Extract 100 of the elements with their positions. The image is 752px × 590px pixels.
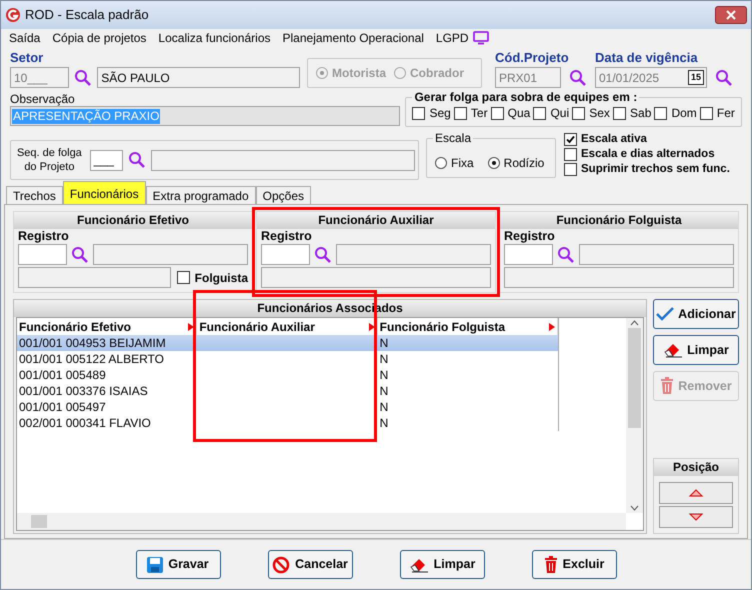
checkbox[interactable] bbox=[564, 148, 577, 160]
sort-arrow-icon bbox=[368, 322, 375, 330]
trash-icon bbox=[544, 556, 558, 574]
radio-button[interactable] bbox=[435, 157, 447, 169]
window-title: ROD - Escala padrão bbox=[25, 6, 149, 24]
footer-button[interactable]: Cancelar bbox=[268, 550, 352, 579]
setor-name-field[interactable]: SÃO PAULO bbox=[97, 67, 300, 88]
menu-item[interactable]: Cópia de projetos bbox=[52, 28, 146, 46]
radio-button[interactable] bbox=[316, 67, 328, 79]
table-cell-text: N bbox=[378, 383, 390, 399]
checkbox[interactable] bbox=[654, 106, 668, 120]
day-label: Sab bbox=[630, 105, 652, 122]
checkbox[interactable] bbox=[533, 106, 546, 120]
table-cell-text: 001/001 005497 bbox=[18, 399, 107, 415]
close-icon bbox=[726, 10, 736, 20]
checkbox[interactable] bbox=[564, 132, 577, 146]
radio-button[interactable] bbox=[394, 67, 406, 79]
side-button[interactable]: Limpar bbox=[653, 335, 739, 365]
scroll-up-icon[interactable] bbox=[630, 320, 639, 326]
footer-button[interactable]: Limpar bbox=[400, 550, 484, 579]
sequence-description-field[interactable] bbox=[151, 150, 415, 170]
tab[interactable]: Opções bbox=[256, 186, 312, 204]
move-down-button[interactable] bbox=[659, 506, 733, 528]
eraser-icon bbox=[663, 342, 684, 358]
footer-button[interactable]: Excluir bbox=[532, 550, 616, 579]
checkbox[interactable] bbox=[176, 271, 190, 284]
table-row[interactable]: 001/001 005122 ALBERTO N bbox=[17, 351, 558, 367]
search-icon[interactable] bbox=[71, 246, 89, 264]
calendar-button[interactable]: 15 bbox=[688, 70, 704, 85]
field-label: Registro bbox=[260, 229, 313, 244]
tab[interactable]: Extra programado bbox=[146, 186, 256, 204]
table-cell-text: 002/001 000341 FLAVIO bbox=[18, 415, 152, 431]
tab[interactable]: Trechos bbox=[6, 186, 63, 204]
menu-item[interactable]: Saída bbox=[9, 28, 40, 46]
search-icon[interactable] bbox=[715, 68, 733, 86]
employee-detail-field[interactable] bbox=[18, 267, 171, 288]
tab[interactable]: Funcionários bbox=[62, 181, 146, 205]
field-label: Seq. de folga do Projeto bbox=[16, 146, 83, 174]
employee-name-field[interactable] bbox=[93, 244, 248, 265]
search-icon[interactable] bbox=[128, 151, 146, 169]
menu-item[interactable]: Planejamento Operacional bbox=[282, 28, 424, 46]
side-button[interactable]: Adicionar bbox=[653, 299, 739, 329]
checkbox[interactable] bbox=[613, 106, 626, 120]
sort-arrow-icon bbox=[548, 322, 555, 330]
registration-field[interactable] bbox=[18, 244, 67, 265]
date-field[interactable]: 01/01/2025 15 bbox=[595, 67, 707, 88]
checkbox[interactable] bbox=[564, 162, 577, 176]
checkbox[interactable] bbox=[454, 106, 467, 120]
table-row[interactable]: 002/001 000341 FLAVIO N bbox=[17, 415, 558, 431]
checkbox-label: Suprimir trechos sem func. bbox=[581, 162, 730, 176]
monitor-icon[interactable] bbox=[472, 30, 489, 44]
checkbox[interactable] bbox=[572, 106, 586, 120]
field-label: Data de vigência bbox=[595, 50, 699, 65]
checkbox-label: Escala ativa bbox=[581, 132, 647, 146]
checkbox-label: Escala e dias alternados bbox=[581, 147, 715, 161]
table-cell-text: 001/001 003376 ISAIAS bbox=[18, 383, 149, 399]
employee-name-field[interactable] bbox=[579, 244, 734, 265]
sort-arrow-icon bbox=[188, 322, 194, 330]
field-label: Observação bbox=[10, 92, 76, 106]
table-row[interactable]: 001/001 005497 N bbox=[17, 399, 558, 415]
checkbox[interactable] bbox=[490, 106, 504, 120]
menu-item[interactable]: LGPD bbox=[436, 28, 469, 46]
employee-detail-field[interactable] bbox=[504, 267, 734, 288]
move-up-button[interactable] bbox=[659, 482, 733, 504]
registration-field[interactable] bbox=[261, 244, 310, 265]
table-cell-text: N bbox=[378, 399, 390, 415]
sequence-field[interactable]: ___ bbox=[90, 150, 124, 170]
employee-detail-field[interactable] bbox=[261, 267, 491, 288]
panel-header: Funcionário Folguista bbox=[500, 212, 738, 229]
day-label: Fer bbox=[716, 105, 735, 122]
panel-header: Funcionário Auxiliar bbox=[257, 212, 495, 229]
radio-button[interactable] bbox=[488, 157, 500, 169]
table-row[interactable]: 001/001 003376 ISAIAS N bbox=[17, 383, 558, 399]
day-label: Qui bbox=[550, 105, 570, 122]
close-button[interactable] bbox=[715, 6, 747, 24]
employee-name-field[interactable] bbox=[336, 244, 491, 265]
table-cell-text: N bbox=[378, 351, 390, 367]
table-row[interactable]: 001/001 004953 BEIJAMIM N bbox=[17, 335, 558, 351]
search-icon[interactable] bbox=[74, 68, 92, 86]
panel-header: Posição bbox=[654, 459, 738, 476]
checkbox[interactable] bbox=[412, 106, 426, 120]
menu-item[interactable]: Localiza funcionários bbox=[158, 28, 270, 46]
field-label: Setor bbox=[10, 50, 44, 65]
footer-button[interactable]: Gravar bbox=[136, 550, 220, 579]
search-icon[interactable] bbox=[314, 246, 332, 264]
project-code-field[interactable]: PRX01 bbox=[495, 67, 561, 88]
registration-field[interactable] bbox=[504, 244, 553, 265]
search-icon[interactable] bbox=[569, 68, 587, 86]
day-label: Dom bbox=[671, 105, 697, 122]
setor-code-field[interactable]: 10___ bbox=[10, 67, 70, 88]
search-icon[interactable] bbox=[557, 246, 575, 264]
day-label: Sex bbox=[589, 105, 610, 122]
vertical-scrollbar[interactable] bbox=[626, 318, 643, 513]
scroll-down-icon[interactable] bbox=[630, 505, 639, 511]
radio-label: Fixa bbox=[451, 155, 474, 172]
table-row[interactable]: 001/001 005489 N bbox=[17, 367, 558, 383]
table-cell-text: N bbox=[378, 415, 390, 431]
prohibited-icon bbox=[272, 556, 290, 574]
horizontal-scrollbar[interactable] bbox=[17, 513, 626, 530]
checkbox[interactable] bbox=[700, 106, 713, 120]
